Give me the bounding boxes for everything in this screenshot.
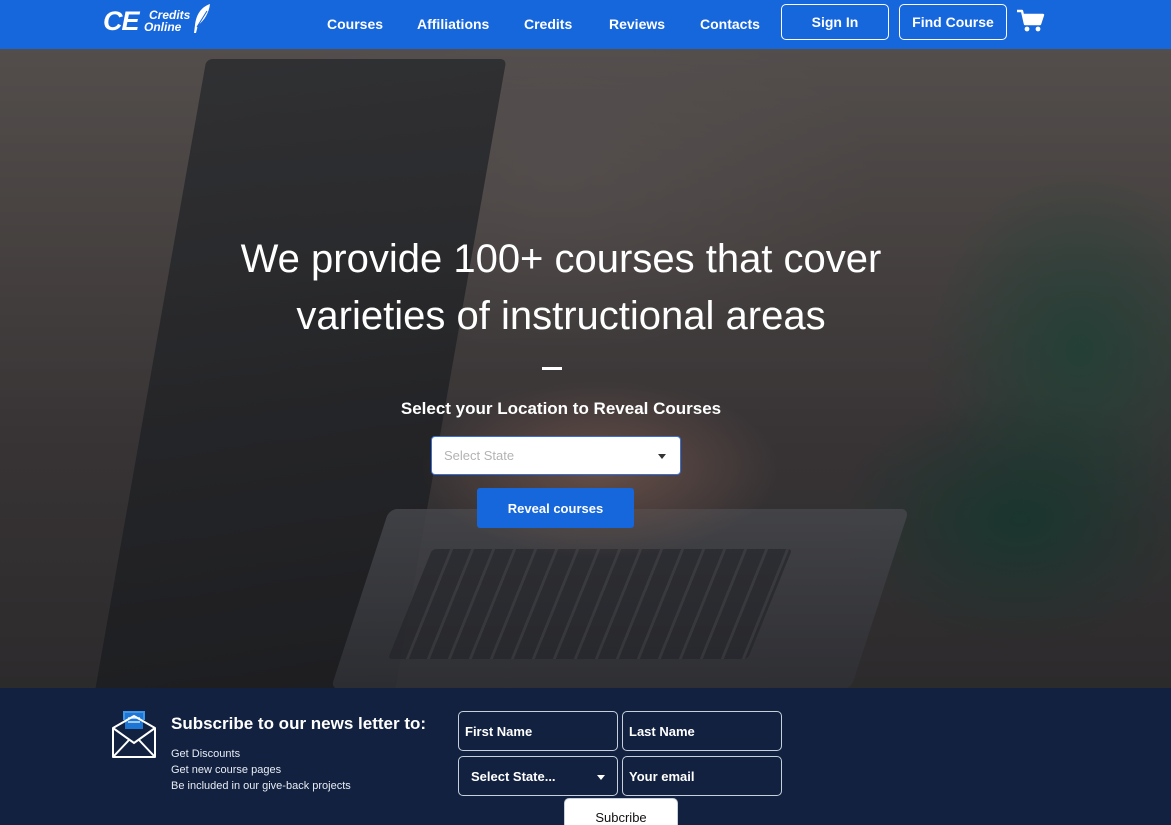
logo-sub-line-2: Online bbox=[144, 20, 182, 34]
nav-link-affiliations[interactable]: Affiliations bbox=[417, 16, 489, 32]
newsletter-title: Subscribe to our news letter to: bbox=[171, 714, 427, 733]
top-navbar: CE Credits Online Courses Affiliations C… bbox=[0, 0, 1171, 49]
logo-sub-text: Credits Online bbox=[144, 9, 190, 33]
envelope-icon bbox=[112, 711, 156, 758]
subscribe-button[interactable]: Subcribe bbox=[564, 798, 678, 825]
last-name-field[interactable]: Last Name bbox=[622, 711, 782, 751]
email-field[interactable]: Your email bbox=[622, 756, 782, 796]
sign-in-button[interactable]: Sign In bbox=[781, 4, 889, 40]
hero-title-line-2: varieties of instructional areas bbox=[296, 294, 826, 338]
nav-link-reviews[interactable]: Reviews bbox=[609, 16, 665, 32]
last-name-placeholder: Last Name bbox=[629, 723, 695, 739]
newsletter-state-select[interactable]: Select State... bbox=[458, 756, 618, 796]
hero-subtitle: Select your Location to Reveal Courses bbox=[400, 399, 722, 418]
newsletter-benefit: Be included in our give-back projects bbox=[171, 780, 351, 792]
first-name-placeholder: First Name bbox=[465, 723, 533, 739]
find-course-button[interactable]: Find Course bbox=[899, 4, 1007, 40]
nav-link-contacts[interactable]: Contacts bbox=[700, 16, 760, 32]
shopping-cart-icon[interactable] bbox=[1016, 9, 1046, 33]
nav-link-courses[interactable]: Courses bbox=[327, 16, 383, 32]
first-name-field[interactable]: First Name bbox=[458, 711, 618, 751]
logo-ce-text: CE bbox=[103, 6, 140, 36]
hero-divider bbox=[542, 367, 562, 370]
chevron-down-icon bbox=[597, 775, 605, 780]
logo[interactable]: CE Credits Online bbox=[103, 4, 215, 38]
hero-title: We provide 100+ courses that cover varie… bbox=[186, 231, 936, 345]
newsletter-section: Subscribe to our news letter to: Get Dis… bbox=[0, 688, 1171, 825]
state-select-placeholder: Select State bbox=[444, 448, 515, 463]
reveal-courses-button[interactable]: Reveal courses bbox=[477, 488, 634, 528]
hero-title-line-1: We provide 100+ courses that cover bbox=[240, 237, 882, 281]
quill-icon bbox=[194, 4, 210, 33]
nav-link-credits[interactable]: Credits bbox=[524, 16, 572, 32]
newsletter-benefit: Get Discounts bbox=[171, 748, 241, 760]
newsletter-benefit: Get new course pages bbox=[171, 764, 282, 776]
hero-overlay bbox=[0, 49, 1171, 688]
newsletter-state-value: Select State... bbox=[471, 768, 556, 784]
newsletter-benefits: Get Discounts Get new course pages Be in… bbox=[171, 746, 351, 794]
hero-section: We provide 100+ courses that cover varie… bbox=[0, 49, 1171, 688]
email-placeholder: Your email bbox=[629, 768, 695, 784]
state-select[interactable]: Select State bbox=[431, 436, 681, 475]
chevron-down-icon bbox=[658, 454, 666, 459]
